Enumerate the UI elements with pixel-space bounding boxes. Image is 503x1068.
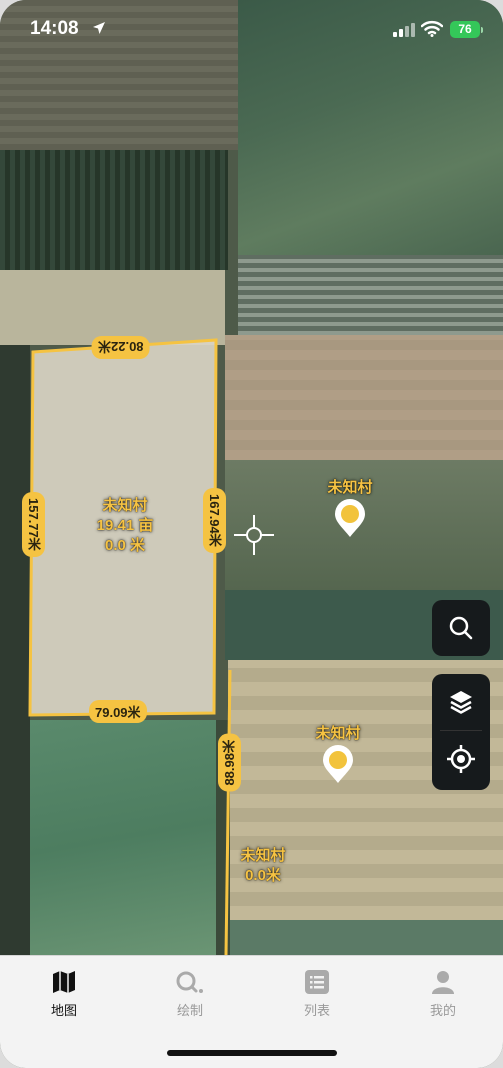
parcel-area: 19.41 亩: [96, 517, 154, 534]
line-length: 0.0米: [245, 867, 281, 884]
edge-label-top: 80.22米: [92, 336, 150, 359]
parcel-name: 未知村: [102, 497, 148, 514]
layers-icon: [450, 691, 472, 714]
tab-label: 列表: [303, 1003, 330, 1018]
map-icon: [53, 971, 75, 993]
tab-list[interactable]: 列表: [277, 968, 357, 1019]
wifi-icon: [421, 21, 443, 37]
tab-label: 地图: [50, 1003, 77, 1018]
line-info: 未知村 0.0米: [226, 846, 300, 886]
parcel-polygon[interactable]: [0, 0, 503, 955]
parcel-length: 0.0 米: [104, 537, 146, 554]
drawing-edge-label: 88.98米: [218, 734, 241, 792]
list-icon: [305, 970, 329, 994]
locate-icon: [447, 745, 475, 773]
line-name: 未知村: [240, 847, 286, 864]
app-screen: 80.22米 157.77米 167.94米 79.09米 88.98米 未知村…: [0, 0, 503, 1068]
point-label: 未知村: [327, 479, 373, 496]
layers-button[interactable]: [432, 674, 490, 730]
satellite-map[interactable]: 80.22米 157.77米 167.94米 79.09米 88.98米 未知村…: [0, 0, 503, 955]
tab-draw[interactable]: 绘制: [150, 968, 230, 1019]
edge-label-right: 167.94米: [203, 488, 226, 553]
map-controls: [432, 674, 490, 790]
home-indicator[interactable]: [167, 1050, 337, 1056]
map-pin-icon[interactable]: [321, 744, 355, 784]
crosshair-icon: [234, 515, 274, 555]
battery-level: 76: [450, 21, 480, 38]
draw-icon: [176, 971, 203, 993]
cellular-signal-icon: [393, 23, 415, 37]
locate-button[interactable]: [432, 731, 490, 787]
tab-label: 我的: [429, 1003, 456, 1018]
tab-map[interactable]: 地图: [24, 968, 104, 1019]
tab-label: 绘制: [176, 1003, 203, 1018]
profile-icon: [432, 971, 454, 994]
search-button[interactable]: [432, 600, 490, 656]
point-label: 未知村: [315, 725, 361, 742]
location-arrow-icon: [93, 22, 105, 34]
edge-label-left: 157.77米: [22, 492, 45, 557]
map-pin-icon[interactable]: [333, 498, 367, 538]
parcel-info[interactable]: 未知村 19.41 亩 0.0 米: [70, 496, 180, 556]
status-bar: 14:08 76: [0, 0, 503, 58]
drawing-line: [224, 669, 232, 955]
edge-label-bottom: 79.09米: [89, 700, 147, 723]
search-icon: [449, 616, 473, 640]
status-time: 14:08: [30, 18, 79, 39]
battery-tip: [481, 27, 483, 33]
tab-profile[interactable]: 我的: [403, 968, 483, 1019]
